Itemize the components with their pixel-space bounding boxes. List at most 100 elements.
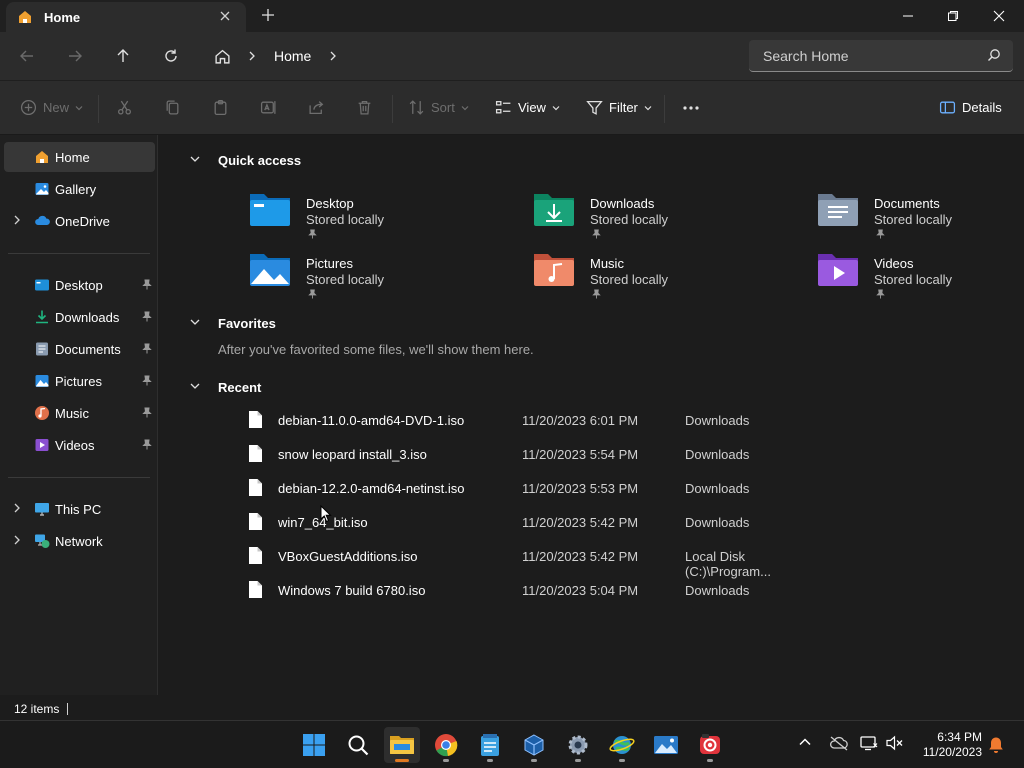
- sidebar-item-desktop[interactable]: Desktop: [4, 270, 155, 300]
- sidebar-item-downloads[interactable]: Downloads: [4, 302, 155, 332]
- quick-access-item-downloads[interactable]: Downloads Stored locally: [532, 190, 792, 246]
- network-app[interactable]: [604, 727, 640, 763]
- network-status-icon[interactable]: [860, 735, 878, 751]
- notification-bell-icon[interactable]: [988, 736, 1004, 754]
- chevron-right-icon[interactable]: [12, 503, 22, 513]
- quick-access-item-documents[interactable]: Documents Stored locally: [816, 190, 1024, 246]
- virtualbox-app[interactable]: [516, 727, 552, 763]
- show-hidden-icons-chevron-icon[interactable]: [798, 735, 812, 749]
- search-placeholder: Search Home: [763, 48, 849, 64]
- cloud-icon: [34, 213, 51, 229]
- refresh-button[interactable]: [159, 44, 183, 68]
- pin-icon[interactable]: [142, 279, 152, 290]
- view-button[interactable]: View: [495, 99, 560, 116]
- windows-logo-icon: [303, 734, 325, 756]
- quick-access-name: Documents: [874, 196, 940, 211]
- chevron-down-icon[interactable]: [189, 153, 201, 165]
- pin-icon[interactable]: [142, 375, 152, 386]
- sidebar-item-pictures[interactable]: Pictures: [4, 366, 155, 396]
- breadcrumb-chevron-icon[interactable]: [240, 44, 264, 68]
- paste-button[interactable]: [212, 99, 229, 116]
- onedrive-offline-icon[interactable]: [829, 735, 849, 751]
- share-icon: [309, 101, 324, 114]
- recent-file-row[interactable]: debian-12.2.0-amd64-netinst.iso 11/20/20…: [248, 474, 828, 502]
- recent-file-row[interactable]: Windows 7 build 6780.iso 11/20/2023 5:04…: [248, 576, 828, 604]
- sidebar-item-home[interactable]: Home: [4, 142, 155, 172]
- back-button[interactable]: [15, 44, 39, 68]
- file-date: 11/20/2023 5:53 PM: [522, 481, 639, 496]
- music-folder-icon: [532, 250, 576, 288]
- new-tab-icon[interactable]: [260, 7, 276, 23]
- videos-folder-icon: [34, 437, 50, 453]
- delete-button[interactable]: [356, 99, 373, 116]
- notepad-app[interactable]: [472, 727, 508, 763]
- volume-muted-icon[interactable]: [886, 735, 904, 751]
- start-button[interactable]: [296, 727, 332, 763]
- chevron-down-icon[interactable]: [189, 316, 201, 328]
- recent-file-row[interactable]: win7_64_bit.iso 11/20/2023 5:42 PM Downl…: [248, 508, 828, 536]
- sidebar-item-documents[interactable]: Documents: [4, 334, 155, 364]
- favorites-heading[interactable]: Favorites: [218, 316, 276, 331]
- screen-capture-app[interactable]: [692, 727, 728, 763]
- recent-file-row[interactable]: VBoxGuestAdditions.iso 11/20/2023 5:42 P…: [248, 542, 828, 579]
- pin-icon: [592, 229, 601, 239]
- breadcrumb-home[interactable]: Home: [274, 48, 311, 64]
- forward-button[interactable]: [63, 44, 87, 68]
- sort-button[interactable]: Sort: [408, 99, 469, 116]
- sidebar-item-music[interactable]: Music: [4, 398, 155, 428]
- documents-folder-icon: [34, 341, 50, 357]
- close-window-button[interactable]: [976, 0, 1022, 32]
- chevron-right-icon[interactable]: [12, 535, 22, 545]
- recent-heading[interactable]: Recent: [218, 380, 261, 395]
- copy-button[interactable]: [164, 99, 181, 116]
- search-input[interactable]: Search Home: [749, 40, 1013, 72]
- quick-access-item-music[interactable]: Music Stored locally: [532, 250, 792, 306]
- close-tab-icon[interactable]: [218, 9, 232, 23]
- pin-icon[interactable]: [142, 311, 152, 322]
- home-icon: [34, 149, 50, 165]
- sidebar-item-gallery[interactable]: Gallery: [4, 174, 155, 204]
- sidebar-item-this-pc[interactable]: This PC: [4, 494, 155, 524]
- up-button[interactable]: [111, 44, 135, 68]
- sidebar-item-videos[interactable]: Videos: [4, 430, 155, 460]
- sidebar-item-network[interactable]: Network: [4, 526, 155, 556]
- tab-home[interactable]: Home: [6, 2, 246, 32]
- recent-file-row[interactable]: debian-11.0.0-amd64-DVD-1.iso 11/20/2023…: [248, 406, 828, 434]
- search-button[interactable]: [340, 727, 376, 763]
- breadcrumb-chevron-icon[interactable]: [321, 44, 345, 68]
- rename-button[interactable]: [260, 99, 277, 116]
- cut-button[interactable]: [116, 99, 133, 116]
- view-label: View: [518, 100, 546, 115]
- restore-button[interactable]: [930, 0, 976, 32]
- clock[interactable]: 6:34 PM 11/20/2023: [908, 730, 982, 760]
- share-button[interactable]: [308, 99, 325, 116]
- running-indicator: [531, 759, 537, 762]
- tab-title: Home: [44, 10, 81, 25]
- pin-icon[interactable]: [142, 439, 152, 450]
- quick-access-item-videos[interactable]: Videos Stored locally: [816, 250, 1024, 306]
- filter-button[interactable]: Filter: [586, 99, 652, 116]
- quick-access-item-desktop[interactable]: Desktop Stored locally: [248, 190, 508, 246]
- file-date: 11/20/2023 5:42 PM: [522, 549, 639, 564]
- settings-app[interactable]: [560, 727, 596, 763]
- file-date: 11/20/2023 5:04 PM: [522, 583, 639, 598]
- quick-access-item-pictures[interactable]: Pictures Stored locally: [248, 250, 508, 306]
- quick-access-heading[interactable]: Quick access: [218, 153, 301, 168]
- photos-app[interactable]: [648, 727, 684, 763]
- chrome-app[interactable]: [428, 727, 464, 763]
- file-name: VBoxGuestAdditions.iso: [278, 549, 418, 564]
- home-breadcrumb-icon[interactable]: [210, 44, 234, 68]
- new-button[interactable]: New: [20, 99, 83, 116]
- sidebar-item-onedrive[interactable]: OneDrive: [4, 206, 155, 236]
- chevron-right-icon[interactable]: [12, 215, 22, 225]
- chevron-down-icon[interactable]: [189, 380, 201, 392]
- pin-icon[interactable]: [142, 343, 152, 354]
- minimize-button[interactable]: [885, 0, 931, 32]
- details-button[interactable]: Details: [939, 99, 1002, 116]
- file-explorer-app[interactable]: [384, 727, 420, 763]
- recent-file-row[interactable]: snow leopard install_3.iso 11/20/2023 5:…: [248, 440, 828, 468]
- more-options-button[interactable]: [682, 105, 700, 111]
- pin-icon[interactable]: [142, 407, 152, 418]
- search-icon[interactable]: [987, 48, 1001, 62]
- new-label: New: [43, 100, 70, 115]
